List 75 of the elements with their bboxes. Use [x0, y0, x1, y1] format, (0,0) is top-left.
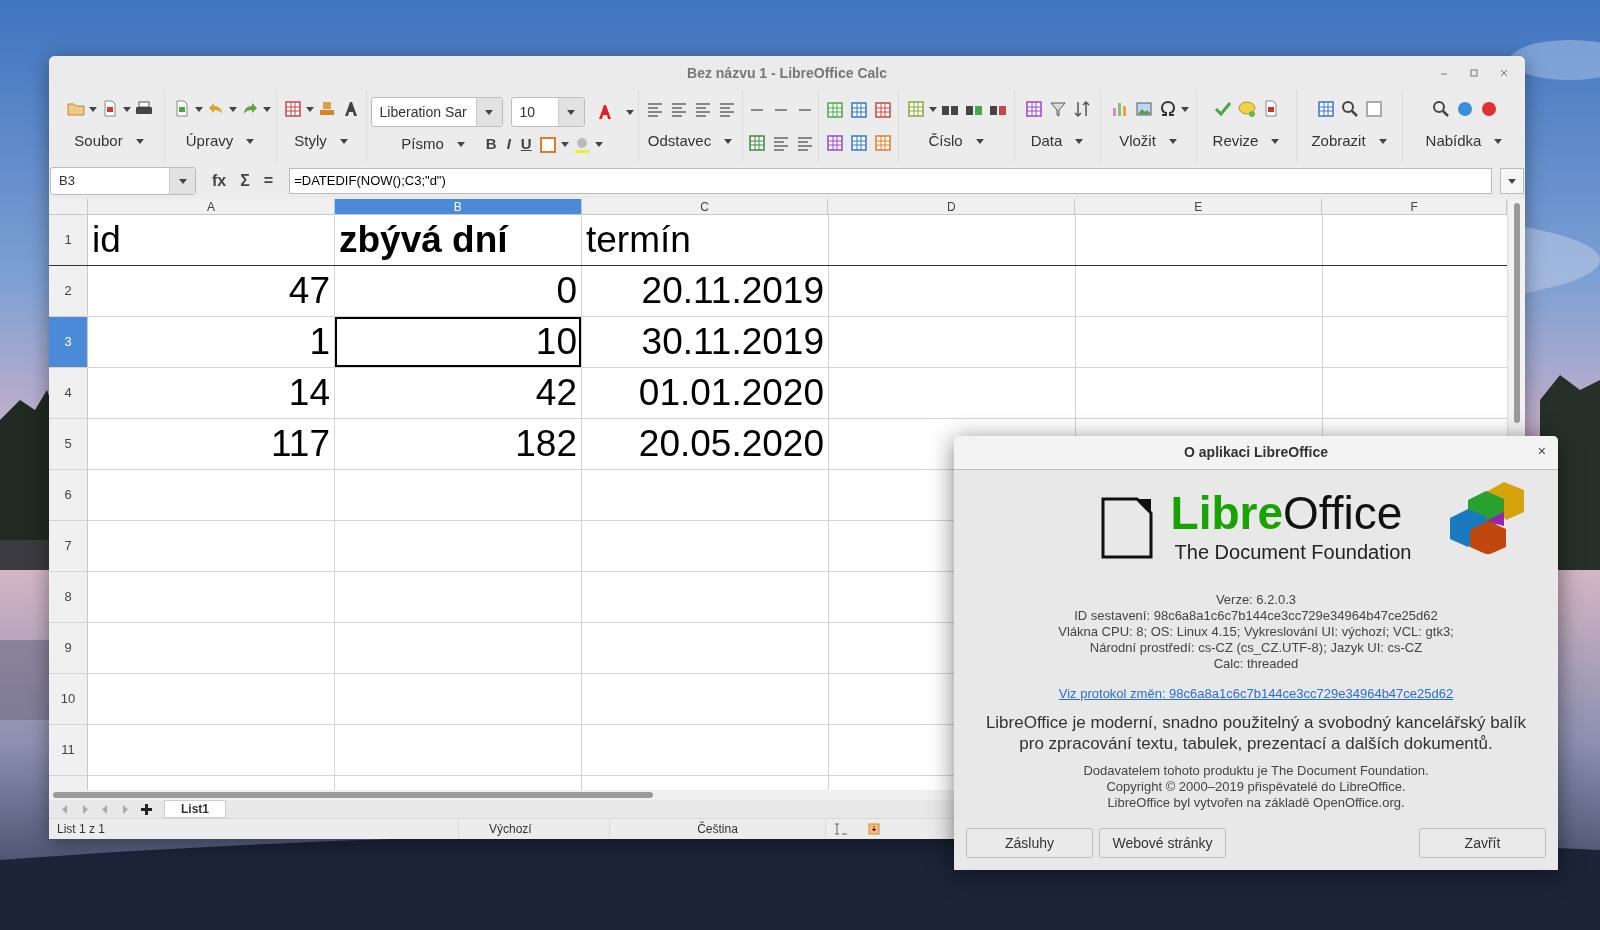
menu-label[interactable]: Písmo: [401, 133, 444, 156]
status-text: Čeština: [697, 820, 738, 838]
menu-label[interactable]: Zobrazit: [1311, 130, 1366, 153]
row-header[interactable]: 9: [49, 623, 88, 673]
credits-line: Dodavatelem tohoto produktu je The Document Foundation.: [1083, 762, 1429, 779]
menu-label[interactable]: Úpravy: [185, 130, 234, 153]
credits-line: Copyright © 2000–2019 přispěvatelé do LibreOffice.: [1106, 778, 1406, 795]
version-info-line: ID sestavení: 98c6a8a1c6c7b144ce3cc729e34964b47ce25d62: [1074, 608, 1438, 624]
dialog-button[interactable]: Zavřít: [1419, 828, 1546, 858]
formula-button[interactable]: fx: [212, 169, 227, 193]
menu-label[interactable]: Revize: [1212, 130, 1259, 153]
dialog-title: O aplikaci LibreOffice: [1184, 443, 1328, 462]
table-cell: 20.05.2020: [582, 419, 829, 469]
format-button[interactable]: U: [520, 133, 532, 156]
table-cell: zbývá dní: [335, 215, 582, 265]
credits-line: LibreOffice byl vytvořen na základě OpenOffice.org.: [1107, 794, 1405, 811]
formula-field[interactable]: =DATEDIF(NOW();C3;"d"): [289, 168, 1492, 194]
logo-tagline: The Document Foundation: [1174, 540, 1412, 565]
window-title: Bez názvu 1 - LibreOffice Calc: [687, 63, 887, 83]
status-text: Výchozí: [489, 821, 532, 838]
formula-button[interactable]: =: [263, 169, 274, 193]
version-info-line: Calc: threaded: [1213, 656, 1299, 672]
version-info-line: Vlákna CPU: 8; OS: Linux 4.15; Vykreslování UI: výchozí; VCL: gtk3;: [1058, 624, 1454, 640]
name-box[interactable]: B3: [50, 167, 196, 195]
version-info-line: Národní prostředí: cs-CZ (cs_CZ.UTF-8); Jazyk UI: cs-CZ: [1089, 640, 1423, 656]
format-button[interactable]: I: [506, 133, 511, 156]
table-cell: 47: [88, 266, 335, 316]
table-cell: 30.11.2019: [582, 317, 829, 367]
table-cell: 0: [335, 266, 582, 316]
dialog-button[interactable]: Webové stránky: [1099, 828, 1226, 858]
status-text: List 1 z 1: [57, 821, 106, 838]
table-cell: 182: [335, 419, 582, 469]
font-name-field[interactable]: Liberation Sar: [370, 97, 503, 128]
menu-label[interactable]: Styly: [294, 130, 327, 153]
column-header[interactable]: B: [334, 199, 582, 214]
sheet-tab[interactable]: List1: [164, 800, 226, 818]
table-cell: 117: [88, 419, 335, 469]
menu-label[interactable]: Vložit: [1119, 130, 1156, 153]
format-button[interactable]: B: [485, 133, 497, 156]
row-header[interactable]: 3: [49, 317, 88, 367]
version-info-line: Verze: 6.2.0.3: [1215, 592, 1297, 608]
menu-label[interactable]: Číslo: [928, 130, 963, 153]
table-cell: 20.11.2019: [582, 266, 829, 316]
changelog-link[interactable]: Viz protokol změn: 98c6a8a1c6c7b144ce3cc729e34964b47ce25d62: [1058, 684, 1454, 704]
close-button[interactable]: ×: [1537, 444, 1546, 458]
row-header[interactable]: 8: [49, 572, 88, 622]
table-cell: 10: [335, 317, 582, 367]
menu-label[interactable]: Odstavec: [647, 130, 712, 153]
menu-label[interactable]: Soubor: [74, 130, 123, 153]
dialog-button[interactable]: Zásluhy: [966, 828, 1093, 858]
row-header[interactable]: 4: [49, 368, 88, 418]
row-header[interactable]: 11: [49, 725, 88, 775]
column-header[interactable]: F: [1322, 199, 1507, 214]
row-header[interactable]: 1: [49, 215, 88, 265]
row-header[interactable]: 6: [49, 470, 88, 520]
description-text: LibreOffice je moderní, snadno použitelný a svobodný kancelářský balík pro zpracování textu, tabulek, prezentací a dalších dokumentů.: [984, 711, 1528, 754]
row-header[interactable]: 7: [49, 521, 88, 571]
menu-label[interactable]: Nabídka: [1425, 130, 1482, 153]
column-header[interactable]: D: [828, 199, 1076, 214]
menu-label[interactable]: Data: [1030, 130, 1063, 153]
table-cell: termín: [582, 215, 829, 265]
formula-button[interactable]: Σ: [240, 169, 250, 193]
row-header[interactable]: 10: [49, 674, 88, 724]
table-cell: id: [88, 215, 335, 265]
font-size-field[interactable]: 10: [510, 97, 585, 128]
row-header[interactable]: 5: [49, 419, 88, 469]
table-cell: 14: [88, 368, 335, 418]
table-cell: 1: [88, 317, 335, 367]
column-header[interactable]: E: [1075, 199, 1323, 214]
row-header[interactable]: 2: [49, 266, 88, 316]
table-cell: 42: [335, 368, 582, 418]
logo-wordmark: LibreOffice: [1170, 489, 1403, 537]
table-cell: 01.01.2020: [582, 368, 829, 418]
column-header[interactable]: C: [581, 199, 829, 214]
column-header[interactable]: A: [87, 199, 335, 214]
